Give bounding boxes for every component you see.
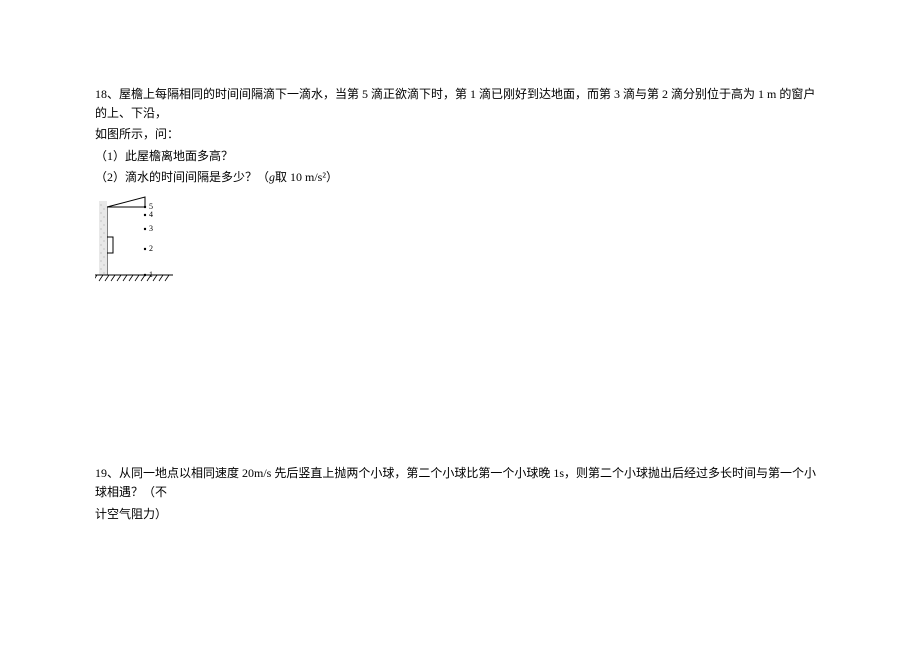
roof-shape xyxy=(107,197,145,207)
problem-19: 19、从同一地点以相同速度 20m/s 先后竖直上抛两个小球，第二个小球比第一个… xyxy=(95,464,825,524)
drop-2 xyxy=(144,248,146,250)
problem-number-18: 18 xyxy=(95,87,107,101)
problem-18-text1: 、屋檐上每隔相同的时间间隔滴下一滴水，当第 5 滴正欲滴下时，第 1 滴已刚好到… xyxy=(95,87,815,120)
drop-label-3: 3 xyxy=(149,224,153,233)
drop-label-2: 2 xyxy=(149,244,153,253)
drop-5 xyxy=(144,206,146,208)
q2-suffix: 取 10 m/s²） xyxy=(275,170,338,184)
window-rect xyxy=(107,237,113,253)
problem-19-line2: 计空气阻力） xyxy=(95,505,825,524)
problem-18-line2: 如图所示，问： xyxy=(95,125,825,144)
drop-label-4: 4 xyxy=(149,210,153,219)
problem-18-q2: （2）滴水的时间间隔是多少？（g取 10 m/s²） xyxy=(95,168,825,187)
water-drops xyxy=(144,206,146,276)
problem-19-text1: 、从同一地点以相同速度 20m/s 先后竖直上抛两个小球，第二个小球比第一个小球… xyxy=(95,466,816,499)
problem-18-q1: （1）此屋檐离地面多高？ xyxy=(95,147,825,166)
problem-number-19: 19 xyxy=(95,466,107,480)
eaves-drop-diagram: 5 4 3 2 1 xyxy=(95,193,185,288)
q2-prefix: （2）滴水的时间间隔是多少？（ xyxy=(95,170,269,184)
drop-3 xyxy=(144,228,146,230)
drop-4 xyxy=(144,214,146,216)
ground-hatching xyxy=(95,275,169,281)
drop-labels: 5 4 3 2 1 xyxy=(149,202,153,279)
wall-shade xyxy=(99,201,107,275)
problem-19-line1: 19、从同一地点以相同速度 20m/s 先后竖直上抛两个小球，第二个小球比第一个… xyxy=(95,464,825,502)
problem-18-line1: 18、屋檐上每隔相同的时间间隔滴下一滴水，当第 5 滴正欲滴下时，第 1 滴已刚… xyxy=(95,85,825,123)
problem-18: 18、屋檐上每隔相同的时间间隔滴下一滴水，当第 5 滴正欲滴下时，第 1 滴已刚… xyxy=(95,85,825,294)
problem-18-diagram: 5 4 3 2 1 xyxy=(95,193,825,294)
